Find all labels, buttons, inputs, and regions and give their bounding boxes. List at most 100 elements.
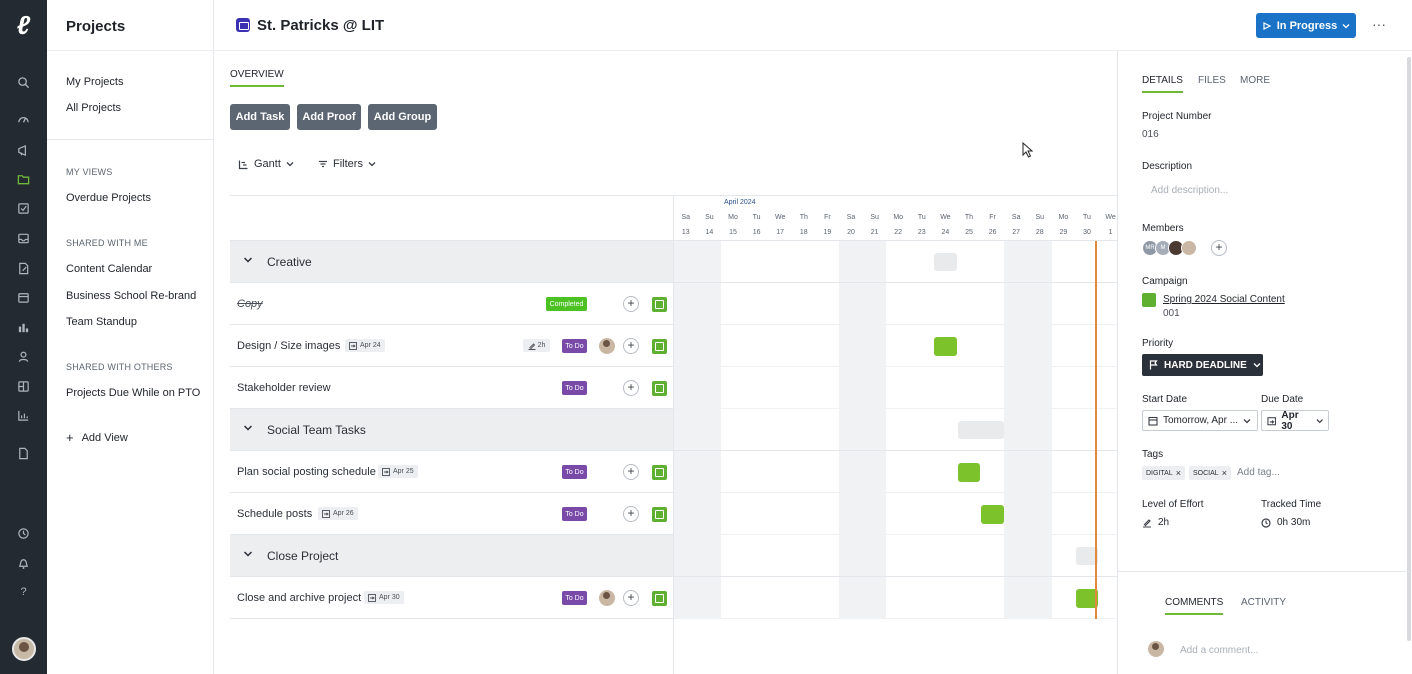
analytics-icon[interactable] [0,405,47,425]
add-assignee-button[interactable]: + [623,506,639,522]
task-row[interactable]: Stakeholder review To Do + [230,367,673,409]
notifications-icon[interactable] [0,553,47,573]
calendar-icon[interactable] [0,287,47,307]
task-checkbox-icon[interactable] [652,339,667,354]
task-checkbox-icon[interactable] [652,381,667,396]
task-checkbox-icon[interactable] [652,591,667,606]
task-name[interactable]: Copy [237,298,263,310]
task-group-row[interactable]: Close Project [230,535,673,577]
close-icon[interactable]: × [1176,468,1181,478]
more-options-button[interactable]: ··· [1369,14,1389,36]
people-icon[interactable] [0,346,47,366]
start-date-picker[interactable]: Tomorrow, Apr ... [1142,410,1258,431]
help-icon[interactable]: ? [0,582,47,602]
reports-icon[interactable] [0,317,47,337]
app-logo[interactable]: ℓ [10,10,37,40]
nav-business-school-rebrand[interactable]: Business School Re-brand [66,290,196,302]
nav-projects-due-pto[interactable]: Projects Due While on PTO [66,387,200,399]
project-title[interactable]: St. Patricks @ LIT [257,17,384,34]
proofs-icon[interactable] [0,258,47,278]
effort-chip[interactable]: 2h [523,339,550,352]
task-group-row[interactable]: Creative [230,241,673,283]
add-assignee-button[interactable]: + [623,338,639,354]
task-row[interactable]: Schedule posts Apr 26 To Do + [230,493,673,535]
due-date-picker[interactable]: Apr 30 [1261,410,1329,432]
add-tag-input[interactable]: Add tag... [1237,467,1280,478]
task-name[interactable]: Schedule posts [237,508,312,520]
add-assignee-button[interactable]: + [623,380,639,396]
add-assignee-button[interactable]: + [623,464,639,480]
tab-overview[interactable]: OVERVIEW [230,69,284,87]
task-gantt-bar[interactable] [981,504,1004,524]
group-label[interactable]: Creative [267,255,312,269]
task-row[interactable]: Close and archive project Apr 30 To Do + [230,577,673,619]
tab-files[interactable]: FILES [1198,75,1226,91]
task-name[interactable]: Stakeholder review [237,382,331,394]
tag-chip[interactable]: SOCIAL × [1189,466,1231,480]
status-badge[interactable]: To Do [562,381,587,395]
task-checkbox-icon[interactable] [652,297,667,312]
effort-field[interactable]: 2h [1142,517,1169,528]
nav-all-projects[interactable]: All Projects [66,102,121,114]
group-gantt-bar[interactable] [934,253,957,271]
tab-activity[interactable]: ACTIVITY [1241,597,1286,613]
add-group-button[interactable]: Add Group [368,104,437,130]
add-assignee-button[interactable]: + [623,590,639,606]
status-badge[interactable]: To Do [562,591,587,605]
tasks-icon[interactable] [0,198,47,218]
chevron-down-icon[interactable] [243,549,253,559]
dashboard-icon[interactable] [0,109,47,129]
add-member-button[interactable]: + [1211,240,1227,256]
projects-icon[interactable] [0,169,47,189]
chevron-down-icon[interactable] [243,423,253,433]
add-task-button[interactable]: Add Task [230,104,290,130]
close-icon[interactable]: × [1222,468,1227,478]
task-row[interactable]: Plan social posting schedule Apr 25 To Do + [230,451,673,493]
due-date-chip[interactable]: Apr 26 [318,507,358,520]
group-gantt-bar[interactable] [957,421,1004,439]
task-group-row[interactable]: Social Team Tasks [230,409,673,451]
description-input[interactable]: Add description... [1151,185,1228,196]
filters-dropdown[interactable]: Filters [318,158,376,170]
status-badge[interactable]: To Do [562,465,587,479]
status-badge[interactable]: To Do [562,507,587,521]
inbox-icon[interactable] [0,228,47,248]
task-name[interactable]: Close and archive project [237,592,361,604]
add-assignee-button[interactable]: + [623,296,639,312]
add-proof-button[interactable]: Add Proof [297,104,361,130]
due-date-chip[interactable]: Apr 30 [364,591,404,604]
due-date-chip[interactable]: Apr 24 [345,339,385,352]
task-gantt-bar[interactable] [934,336,957,356]
tab-details[interactable]: DETAILS [1142,75,1183,93]
files-icon[interactable] [0,443,47,463]
assignee-avatar[interactable] [599,338,615,354]
status-badge[interactable]: To Do [562,339,587,353]
campaign-icon[interactable] [0,140,47,160]
due-date-chip[interactable]: Apr 25 [378,465,418,478]
comment-input[interactable]: Add a comment... [1180,645,1258,656]
task-checkbox-icon[interactable] [652,465,667,480]
add-view-button[interactable]: + Add View [66,430,128,445]
view-switcher[interactable]: Gantt [238,158,294,170]
tag-chip[interactable]: DIGITAL × [1142,466,1185,480]
task-name[interactable]: Design / Size images [237,340,340,352]
nav-overdue-projects[interactable]: Overdue Projects [66,192,151,204]
tab-more[interactable]: MORE [1240,75,1270,91]
nav-content-calendar[interactable]: Content Calendar [66,263,152,275]
task-checkbox-icon[interactable] [652,507,667,522]
tracked-time-field[interactable]: 0h 30m [1261,517,1310,528]
status-dropdown[interactable]: In Progress [1256,13,1356,38]
task-name[interactable]: Plan social posting schedule [237,466,376,478]
group-label[interactable]: Social Team Tasks [267,423,366,437]
search-icon[interactable] [0,72,47,92]
nav-team-standup[interactable]: Team Standup [66,316,137,328]
panel-scrollbar[interactable] [1407,57,1411,641]
task-gantt-bar[interactable] [957,462,981,482]
timer-icon[interactable] [0,523,47,543]
assignee-avatar[interactable] [599,590,615,606]
board-icon[interactable] [0,376,47,396]
nav-my-projects[interactable]: My Projects [66,76,123,88]
priority-dropdown[interactable]: HARD DEADLINE [1142,354,1263,376]
task-row[interactable]: Copy Completed + [230,283,673,325]
member-avatar[interactable] [1181,240,1197,256]
